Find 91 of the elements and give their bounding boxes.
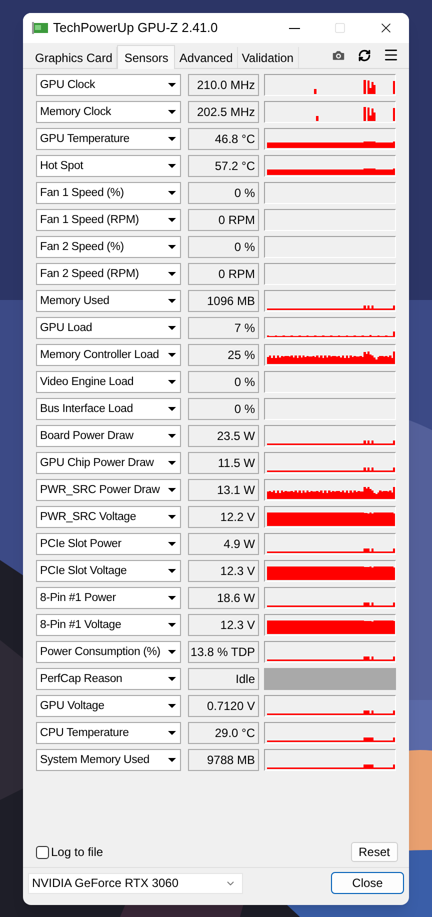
menu-icon[interactable] bbox=[383, 47, 399, 63]
dropdown-arrow-icon bbox=[168, 461, 176, 465]
dropdown-arrow-icon bbox=[168, 218, 176, 222]
sensor-select[interactable]: GPU Temperature bbox=[36, 128, 182, 150]
window-title: TechPowerUp GPU-Z 2.41.0 bbox=[53, 19, 218, 38]
refresh-icon[interactable] bbox=[358, 48, 371, 62]
dropdown-arrow-icon bbox=[168, 542, 176, 546]
sensor-select[interactable]: GPU Chip Power Draw bbox=[36, 452, 182, 474]
sensor-value: 0 % bbox=[188, 398, 259, 420]
sensor-value: 7 % bbox=[188, 317, 259, 339]
graphics-card-icon bbox=[32, 22, 48, 34]
sensor-select[interactable]: PerfCap Reason bbox=[36, 668, 182, 690]
dropdown-arrow-icon bbox=[168, 569, 176, 573]
sensor-value: 23.5 W bbox=[188, 425, 259, 447]
dropdown-arrow-icon bbox=[168, 353, 176, 357]
dropdown-arrow-icon bbox=[168, 650, 176, 654]
dropdown-arrow-icon bbox=[168, 83, 176, 87]
sensor-value: 12.2 V bbox=[188, 506, 259, 528]
sensor-value: 0 RPM bbox=[188, 263, 259, 285]
sensor-value: 202.5 MHz bbox=[188, 101, 259, 123]
sensor-select[interactable]: Memory Used bbox=[36, 290, 182, 312]
checkbox-label: Log to file bbox=[51, 844, 104, 861]
sensor-select[interactable]: GPU Load bbox=[36, 317, 182, 339]
sensor-value: 210.0 MHz bbox=[188, 74, 259, 96]
dropdown-arrow-icon bbox=[168, 245, 176, 249]
sensor-value: Idle bbox=[188, 668, 259, 690]
dropdown-arrow-icon bbox=[168, 164, 176, 168]
close-button[interactable]: Close bbox=[331, 872, 404, 894]
dropdown-arrow-icon bbox=[168, 191, 176, 195]
dropdown-arrow-icon bbox=[168, 623, 176, 627]
sensor-select[interactable]: PCIe Slot Power bbox=[36, 533, 182, 555]
sensor-select[interactable]: Power Consumption (%) bbox=[36, 641, 182, 663]
dropdown-arrow-icon bbox=[168, 272, 176, 276]
sensor-value: 0 % bbox=[188, 236, 259, 258]
sensor-select[interactable]: Fan 2 Speed (%) bbox=[36, 236, 182, 258]
dropdown-arrow-icon bbox=[168, 434, 176, 438]
sensor-value: 13.8 % TDP bbox=[188, 641, 259, 663]
sensor-select[interactable]: Video Engine Load bbox=[36, 371, 182, 393]
dropdown-arrow-icon bbox=[168, 407, 176, 411]
sensor-select[interactable]: PWR_SRC Voltage bbox=[36, 506, 182, 528]
dropdown-arrow-icon bbox=[168, 299, 176, 303]
sensor-value: 0 % bbox=[188, 371, 259, 393]
sensor-value: 13.1 W bbox=[188, 479, 259, 501]
sensor-value: 18.6 W bbox=[188, 587, 259, 609]
sensor-select[interactable]: System Memory Used bbox=[36, 749, 182, 771]
dropdown-arrow-icon bbox=[168, 758, 176, 762]
dropdown-arrow-icon bbox=[168, 515, 176, 519]
dropdown-arrow-icon bbox=[168, 326, 176, 330]
tab[interactable]: Validation bbox=[238, 47, 299, 68]
sensor-select[interactable]: 8-Pin #1 Power bbox=[36, 587, 182, 609]
sensor-select[interactable]: 8-Pin #1 Voltage bbox=[36, 614, 182, 636]
sensor-select[interactable]: Memory Controller Load bbox=[36, 344, 182, 366]
dropdown-arrow-icon bbox=[168, 704, 176, 708]
dropdown-arrow-icon bbox=[168, 380, 176, 384]
sensor-value: 46.8 °C bbox=[188, 128, 259, 150]
sensor-select[interactable]: Hot Spot bbox=[36, 155, 182, 177]
sensor-select[interactable]: Bus Interface Load bbox=[36, 398, 182, 420]
log-checkbox[interactable] bbox=[36, 846, 49, 858]
sensor-select[interactable]: CPU Temperature bbox=[36, 722, 182, 744]
sensor-select[interactable]: Fan 1 Speed (RPM) bbox=[36, 209, 182, 231]
sensor-value: 57.2 °C bbox=[188, 155, 259, 177]
sensor-select[interactable]: PWR_SRC Power Draw bbox=[36, 479, 182, 501]
sensor-select[interactable]: Board Power Draw bbox=[36, 425, 182, 447]
sensor-select[interactable]: PCIe Slot Voltage bbox=[36, 560, 182, 582]
sensor-value: 4.9 W bbox=[188, 533, 259, 555]
gpu-select[interactable]: NVIDIA GeForce RTX 3060 bbox=[28, 872, 243, 894]
sensor-value: 12.3 V bbox=[188, 560, 259, 582]
sensor-select[interactable]: GPU Voltage bbox=[36, 695, 182, 717]
sensor-value: 0 RPM bbox=[188, 209, 259, 231]
reset-button[interactable]: Reset bbox=[350, 842, 398, 862]
dropdown-arrow-icon bbox=[168, 731, 176, 735]
dropdown-arrow-icon bbox=[168, 677, 176, 681]
sensor-value: 0 % bbox=[188, 182, 259, 204]
sensor-value: 1096 MB bbox=[188, 290, 259, 312]
dropdown-arrow-icon bbox=[168, 137, 176, 141]
tab[interactable]: Advanced bbox=[175, 47, 238, 68]
sensor-value: 11.5 W bbox=[188, 452, 259, 474]
tab[interactable]: Sensors bbox=[117, 45, 176, 69]
sensor-value: 29.0 °C bbox=[188, 722, 259, 744]
sensor-value: 25 % bbox=[188, 344, 259, 366]
dropdown-arrow-icon bbox=[168, 488, 176, 492]
sensor-select[interactable]: Fan 2 Speed (RPM) bbox=[36, 263, 182, 285]
sensor-select[interactable]: GPU Clock bbox=[36, 74, 182, 96]
dropdown-arrow-icon bbox=[168, 110, 176, 114]
dropdown-arrow-icon bbox=[168, 596, 176, 600]
sensor-value: 9788 MB bbox=[188, 749, 259, 771]
maximize-icon bbox=[334, 22, 346, 34]
sensor-select[interactable]: Memory Clock bbox=[36, 101, 182, 123]
sensor-select[interactable]: Fan 1 Speed (%) bbox=[36, 182, 182, 204]
sensor-value: 12.3 V bbox=[188, 614, 259, 636]
sensor-value: 0.7120 V bbox=[188, 695, 259, 717]
